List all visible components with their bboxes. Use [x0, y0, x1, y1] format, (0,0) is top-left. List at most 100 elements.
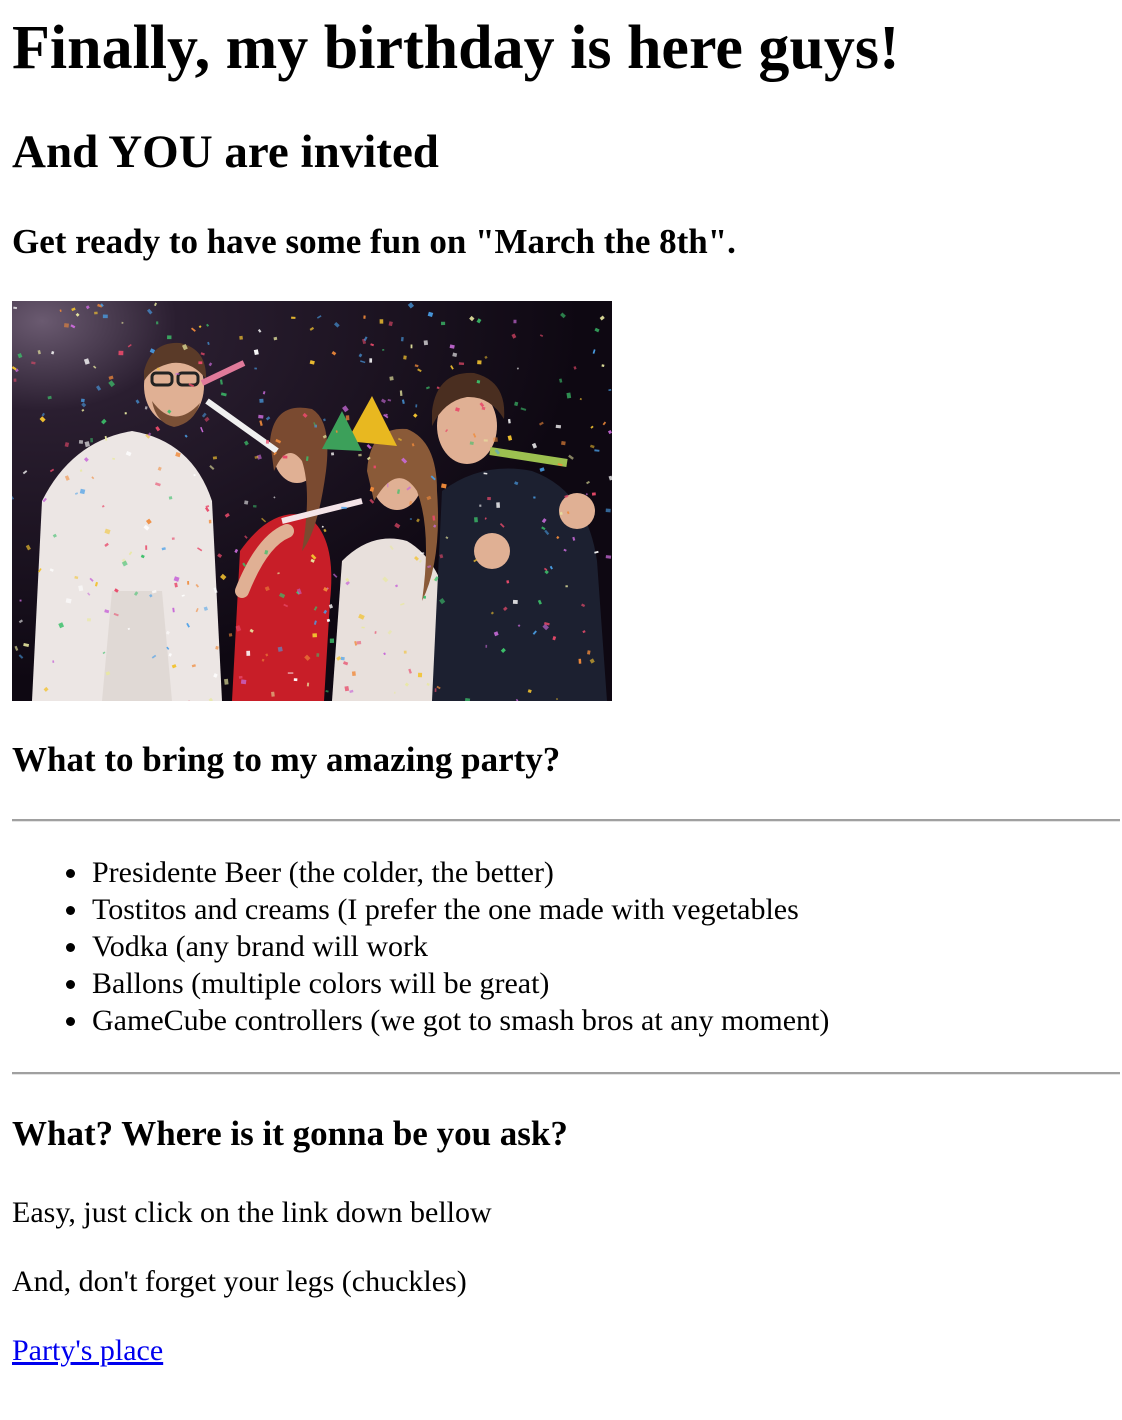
confetti-piece: [496, 502, 500, 508]
confetti-piece: [145, 545, 148, 550]
confetti-piece: [601, 364, 605, 367]
confetti-piece: [379, 319, 384, 324]
confetti-piece: [293, 678, 298, 682]
confetti-piece: [578, 658, 582, 664]
list-item-label: Vodka (any brand will work: [92, 930, 429, 963]
confetti-piece: [565, 585, 568, 588]
location-instructions: Easy, just click on the link down bellow: [12, 1196, 492, 1229]
divider-top: [12, 819, 1120, 822]
confetti-piece: [156, 321, 159, 325]
confetti-piece: [246, 650, 251, 656]
confetti-piece: [605, 508, 611, 513]
confetti-piece: [417, 672, 423, 678]
confetti-piece: [90, 438, 94, 443]
party-date-heading: Get ready to have some fun on "March the…: [12, 222, 736, 261]
confetti-piece: [52, 660, 55, 663]
page-subtitle: And YOU are invited: [12, 126, 439, 178]
confetti-piece: [512, 599, 518, 604]
confetti-piece: [102, 314, 108, 319]
confetti-piece: [287, 672, 294, 674]
confetti-piece: [341, 506, 347, 509]
bring-items-list: Presidente Beer (the colder, the better)…: [12, 854, 829, 1039]
confetti-piece: [340, 656, 345, 661]
confetti-piece: [345, 415, 350, 421]
confetti-piece: [420, 552, 425, 555]
confetti-piece: [476, 380, 481, 384]
list-item: Tostitos and creams (I prefer the one ma…: [66, 891, 829, 928]
confetti-piece: [591, 492, 596, 496]
confetti-piece: [167, 335, 172, 340]
confetti-piece: [477, 360, 482, 365]
confetti-piece: [410, 344, 413, 349]
confetti-piece: [94, 311, 98, 315]
list-item: Presidente Beer (the colder, the better): [66, 854, 829, 891]
location-heading: What? Where is it gonna be you ask?: [12, 1114, 568, 1153]
confetti-piece: [373, 465, 376, 469]
confetti-piece: [344, 685, 350, 692]
confetti-piece: [254, 367, 257, 370]
confetti-piece: [469, 441, 474, 445]
confetti-piece: [212, 456, 218, 460]
confetti-piece: [423, 595, 426, 599]
bullet-icon: [66, 869, 75, 878]
confetti-piece: [403, 355, 407, 360]
confetti-piece: [423, 340, 429, 346]
confetti-piece: [258, 414, 264, 419]
confetti-piece: [434, 688, 437, 692]
bullet-icon: [66, 980, 75, 989]
list-item-label: Presidente Beer (the colder, the better): [92, 856, 554, 889]
confetti-piece: [485, 644, 488, 648]
confetti-piece: [86, 618, 91, 622]
bring-list-heading: What to bring to my amazing party?: [12, 740, 561, 779]
confetti-piece: [187, 581, 190, 585]
confetti-piece: [121, 321, 124, 324]
joke-line: And, don't forget your legs (chuckles): [12, 1265, 467, 1298]
confetti-piece: [513, 319, 517, 324]
confetti-piece: [483, 439, 488, 442]
confetti-piece: [259, 398, 264, 403]
confetti-piece: [316, 653, 320, 657]
confetti-piece: [493, 437, 498, 443]
confetti-piece: [198, 361, 203, 365]
confetti-piece: [240, 679, 247, 685]
confetti-piece: [474, 517, 478, 523]
confetti-piece: [171, 537, 175, 540]
confetti-piece: [244, 500, 249, 505]
bullet-icon: [66, 943, 75, 952]
confetti-piece: [351, 671, 356, 677]
confetti-piece: [356, 640, 362, 645]
confetti-piece: [363, 315, 366, 319]
confetti-piece: [168, 496, 173, 500]
confetti-piece: [228, 633, 233, 637]
list-item-label: Tostitos and creams (I prefer the one ma…: [92, 893, 799, 926]
confetti-piece: [208, 519, 212, 524]
confetti-piece: [175, 373, 180, 375]
confetti-piece: [224, 678, 229, 685]
list-item: Ballons (multiple colors will be great): [66, 965, 829, 1002]
confetti-piece: [533, 496, 536, 499]
confetti-piece: [415, 404, 418, 408]
confetti-piece: [329, 638, 335, 643]
party-place-link[interactable]: Party's place: [12, 1334, 163, 1367]
confetti-piece: [555, 424, 562, 429]
confetti-piece: [124, 412, 127, 415]
bullet-icon: [66, 1017, 75, 1026]
confetti-piece: [80, 398, 85, 403]
confetti-piece: [458, 362, 465, 366]
confetti-piece: [605, 555, 612, 559]
confetti-piece: [252, 505, 257, 508]
confetti-piece: [400, 336, 404, 342]
confetti-piece: [369, 358, 373, 363]
confetti-piece: [399, 390, 403, 396]
confetti-piece: [306, 682, 310, 687]
confetti-piece: [409, 518, 412, 520]
confetti-piece: [78, 440, 84, 444]
confetti-piece: [277, 646, 283, 652]
confetti-piece: [312, 633, 317, 638]
confetti-piece: [479, 504, 482, 507]
confetti-piece: [403, 650, 407, 654]
party-photo-image: [12, 301, 612, 701]
list-item-label: Ballons (multiple colors will be great): [92, 967, 550, 1000]
confetti-piece: [291, 316, 296, 319]
list-item: GameCube controllers (we got to smash br…: [66, 1002, 829, 1039]
